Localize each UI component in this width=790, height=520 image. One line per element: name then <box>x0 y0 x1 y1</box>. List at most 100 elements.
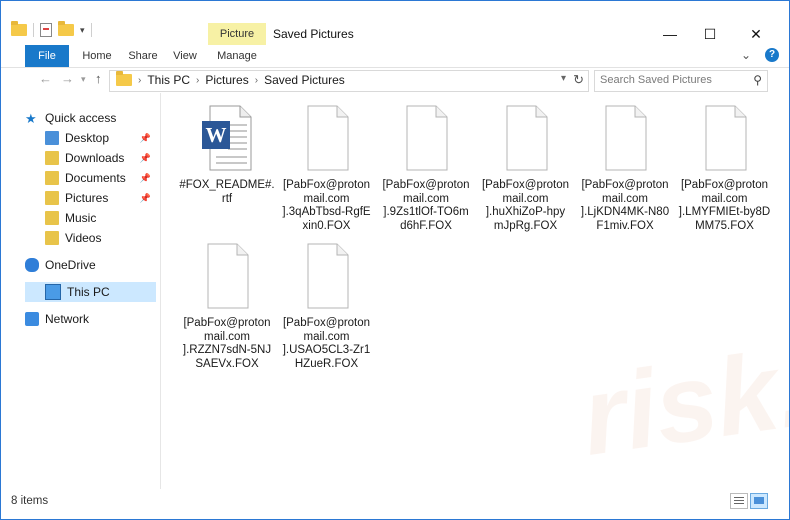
file-name-line: mail.com <box>502 192 549 205</box>
blank-file-icon <box>302 243 352 309</box>
help-icon[interactable]: ? <box>765 48 779 62</box>
file-name-line: ].3qAbTbsd-RgfE <box>282 206 371 218</box>
breadcrumb-pictures[interactable]: Pictures <box>205 73 248 87</box>
cloud-icon <box>25 258 39 272</box>
pictures-folder-icon <box>45 191 59 205</box>
file-name: [PabFox@proton mail.com].9Zs1tlOf-TO6m d6h… <box>378 179 474 233</box>
quick-access-toolbar: ▾ <box>11 21 92 37</box>
file-name: [PabFox@proton mail.com].RZZN7sdN-5NJ SAEV… <box>179 317 275 371</box>
blank-file-icon <box>202 243 252 309</box>
breadcrumb-saved-pictures[interactable]: Saved Pictures <box>264 73 345 87</box>
back-arrow-icon[interactable]: ← <box>39 71 52 86</box>
properties-icon[interactable] <box>40 23 52 37</box>
chevron-right-icon[interactable]: › <box>196 75 199 86</box>
address-bar[interactable]: › This PC › Pictures › Saved Pictures ▾ … <box>109 70 589 92</box>
file-name-line: [PabFox@proton <box>183 317 271 329</box>
tab-view[interactable]: View <box>169 45 201 67</box>
chevron-down-icon[interactable]: ▾ <box>561 73 566 84</box>
navigation-pane: ★ Quick access Desktop 📌 Downloads 📌 Doc… <box>1 93 161 489</box>
details-view-button[interactable] <box>730 493 748 509</box>
address-row: ← → ▾ ↑ › This PC › Pictures › Saved Pic… <box>1 67 789 93</box>
nav-network[interactable]: Network <box>25 309 155 329</box>
blank-file-icon <box>401 105 451 171</box>
file-name-line: [PabFox@proton <box>680 179 769 191</box>
tab-share[interactable]: Share <box>123 45 163 67</box>
file-item[interactable]: [PabFox@proton mail.com].9Zs1tlOf-TO6m d6h… <box>378 105 474 233</box>
file-name-line: mail.com <box>303 330 350 343</box>
nav-quick-access[interactable]: ★ Quick access <box>25 108 155 128</box>
file-name: [PabFox@proton mail.com].3qAbTbsd-RgfE xin… <box>279 179 375 233</box>
nav-label: Desktop <box>65 131 110 145</box>
tab-manage[interactable]: Manage <box>208 45 266 67</box>
pin-icon: 📌 <box>139 132 151 143</box>
nav-label: Quick access <box>45 111 117 125</box>
file-name: [PabFox@proton mail.com].LjKDN4MK-N80 F1mi… <box>577 179 673 233</box>
file-name-line: d6hF.FOX <box>400 219 452 232</box>
large-icons-view-button[interactable] <box>750 493 768 509</box>
search-icon: ⚲ <box>753 73 762 87</box>
documents-folder-icon <box>45 171 59 185</box>
nav-label: This PC <box>67 285 110 299</box>
close-button[interactable]: ✕ <box>739 23 773 45</box>
file-name-line: MM75.FOX <box>695 219 754 232</box>
folder-icon <box>11 21 27 36</box>
nav-desktop[interactable]: Desktop 📌 <box>45 128 155 148</box>
up-arrow-icon[interactable]: ↑ <box>95 71 102 86</box>
customize-toolbar-icon[interactable]: ▾ <box>80 25 85 36</box>
music-folder-icon <box>45 211 59 225</box>
title-bar: ▾ Picture Tools Saved Pictures — ☐ ✕ <box>1 1 789 62</box>
expand-ribbon-icon[interactable]: ⌄ <box>741 48 751 62</box>
ribbon-right-controls: ⌄ ? <box>741 48 779 62</box>
nav-pictures[interactable]: Pictures 📌 <box>45 188 155 208</box>
new-folder-icon[interactable] <box>58 21 74 36</box>
file-item[interactable]: [PabFox@proton mail.com].huXhiZoP-hpy mJpR… <box>478 105 574 233</box>
file-item[interactable]: [PabFox@proton mail.com].RZZN7sdN-5NJ SAEV… <box>179 243 275 371</box>
svg-text:W: W <box>206 123 227 147</box>
explorer-window: ▾ Picture Tools Saved Pictures — ☐ ✕ Fil… <box>0 0 790 520</box>
blank-file-icon <box>700 105 750 171</box>
nav-this-pc[interactable]: This PC <box>25 282 156 302</box>
item-count: 8 items <box>11 495 49 507</box>
file-name-line: HZueR.FOX <box>294 357 359 370</box>
file-name-line: mJpRg.FOX <box>493 219 558 232</box>
file-item[interactable]: [PabFox@proton mail.com].LjKDN4MK-N80 F1mi… <box>577 105 673 233</box>
pin-icon: 📌 <box>139 152 151 163</box>
file-item[interactable]: [PabFox@proton mail.com].USAO5CL3-Zr1 HZue… <box>279 243 375 371</box>
file-item[interactable]: [PabFox@proton mail.com].LMYFMIEt-by8D MM7… <box>677 105 773 233</box>
file-name-line: ].RZZN7sdN-5NJ <box>182 344 272 356</box>
nav-music[interactable]: Music <box>45 208 155 228</box>
word-document-icon: W <box>202 105 252 171</box>
file-name: #FOX_README#. rtf <box>179 179 275 206</box>
recent-locations-icon[interactable]: ▾ <box>81 74 86 85</box>
file-item[interactable]: [PabFox@proton mail.com].3qAbTbsd-RgfE xin… <box>279 105 375 233</box>
file-item[interactable]: W #FOX_README#. rtf <box>179 105 275 206</box>
nav-label: Downloads <box>65 151 125 165</box>
search-input[interactable]: Search Saved Pictures ⚲ <box>594 70 768 92</box>
nav-videos[interactable]: Videos <box>45 228 155 248</box>
file-name-line: ].LjKDN4MK-N80 <box>580 206 670 218</box>
network-icon <box>25 312 39 326</box>
pin-icon: 📌 <box>139 192 151 203</box>
file-name-line: ].huXhiZoP-hpy <box>485 206 566 218</box>
chevron-right-icon[interactable]: › <box>138 75 141 86</box>
nav-label: OneDrive <box>45 258 96 272</box>
chevron-right-icon[interactable]: › <box>255 75 258 86</box>
breadcrumb-this-pc[interactable]: This PC <box>147 73 190 87</box>
file-name-line: #FOX_README#. <box>179 179 275 191</box>
maximize-button[interactable]: ☐ <box>693 23 727 45</box>
refresh-icon[interactable]: ↻ <box>573 72 584 88</box>
watermark: risk.com <box>574 294 790 479</box>
nav-documents[interactable]: Documents 📌 <box>45 168 155 188</box>
tab-home[interactable]: Home <box>77 45 117 67</box>
minimize-button[interactable]: — <box>653 23 687 45</box>
tab-file[interactable]: File <box>25 45 69 67</box>
nav-downloads[interactable]: Downloads 📌 <box>45 148 155 168</box>
file-name-line: SAEVx.FOX <box>195 357 259 370</box>
pin-icon: 📌 <box>139 172 151 183</box>
file-name-line: xin0.FOX <box>302 219 351 232</box>
nav-onedrive[interactable]: OneDrive <box>25 255 155 275</box>
file-name-line: ].9Zs1tlOf-TO6m <box>383 206 469 218</box>
forward-arrow-icon[interactable]: → <box>61 71 74 86</box>
nav-label: Documents <box>65 171 126 185</box>
file-name: [PabFox@proton mail.com].huXhiZoP-hpy mJpR… <box>478 179 574 233</box>
